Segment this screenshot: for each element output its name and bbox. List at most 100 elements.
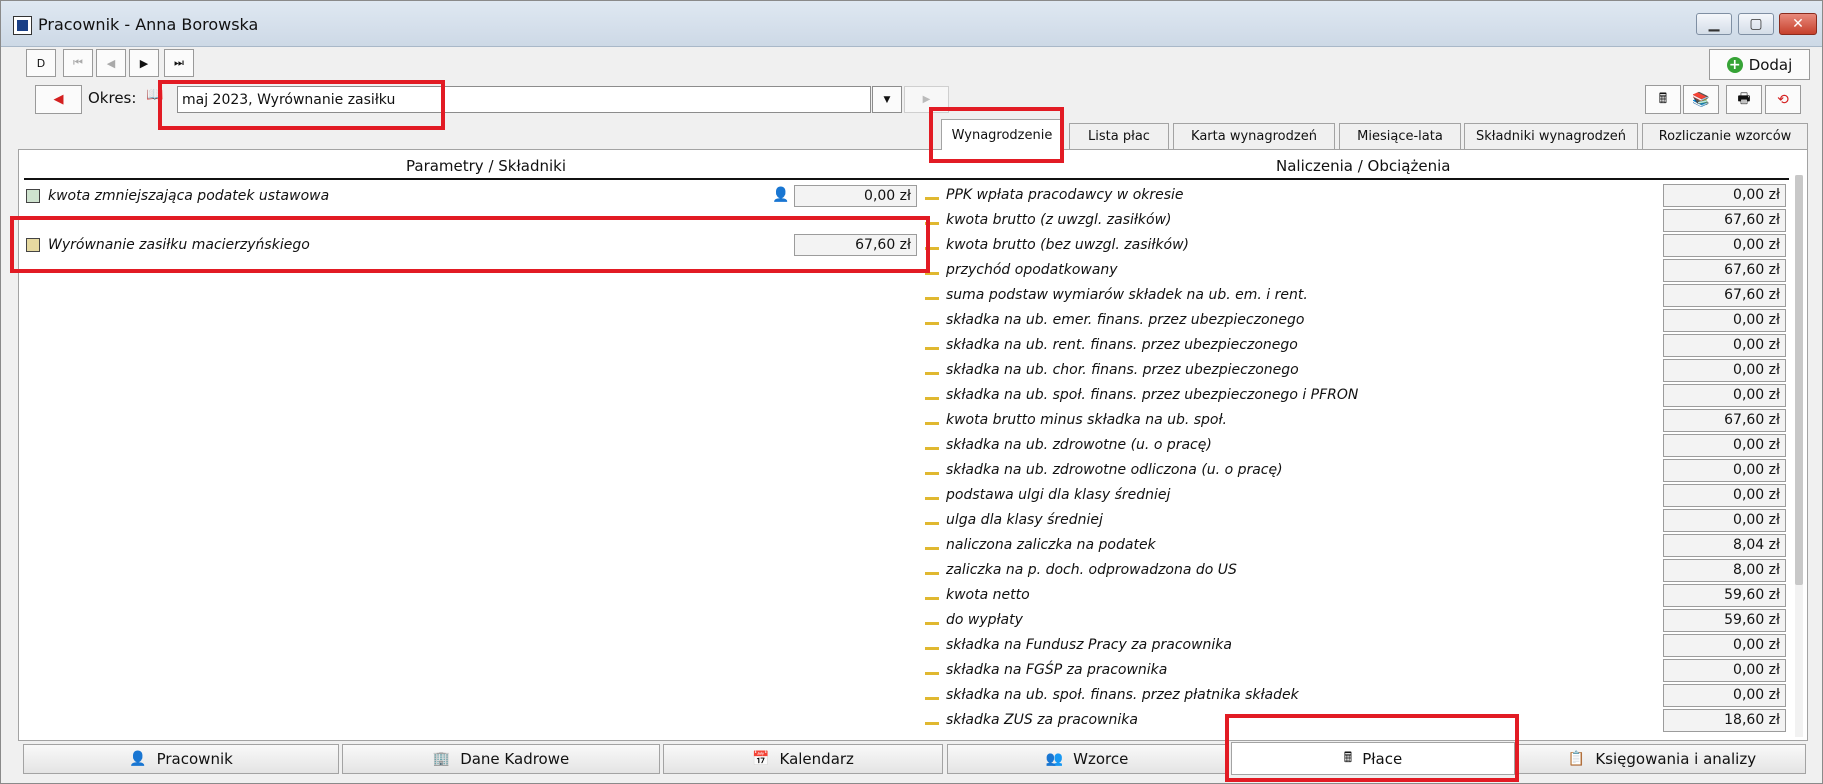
bottom-tab-wzorce[interactable]: 👥 Wzorce: [947, 744, 1227, 774]
close-button[interactable]: ✕: [1779, 13, 1817, 35]
charge-row[interactable]: do wypłaty 59,60 zł: [921, 608, 1791, 633]
add-button[interactable]: + Dodaj: [1709, 49, 1810, 80]
tab-wynagrodzenie[interactable]: Wynagrodzenie: [941, 119, 1063, 150]
charge-row[interactable]: PPK wpłata pracodawcy w okresie 0,00 zł: [921, 183, 1791, 208]
formula-icon: [925, 639, 941, 651]
charge-row-value: 0,00 zł: [1663, 184, 1786, 207]
bottom-tab-label: Płace: [1362, 749, 1403, 768]
charge-row[interactable]: ulga dla klasy średniej 0,00 zł: [921, 508, 1791, 533]
formula-icon: [925, 314, 941, 326]
tab-rozliczanie-wzorcow[interactable]: Rozliczanie wzorców: [1642, 123, 1808, 149]
vertical-scrollbar[interactable]: [1795, 175, 1803, 737]
charge-row-value: 0,00 zł: [1663, 309, 1786, 332]
left-row-kwota-zmniejszajaca[interactable]: kwota zmniejszająca podatek ustawowa: [26, 184, 329, 208]
building-icon: 🏢: [432, 751, 451, 767]
bottom-tab-kalendarz[interactable]: 📅 Kalendarz: [663, 744, 943, 774]
charge-row[interactable]: podstawa ulgi dla klasy średniej 0,00 zł: [921, 483, 1791, 508]
header-divider: [24, 178, 1789, 180]
employee-window: Pracownik - Anna Borowska ▁ ▢ ✕ D ⏮ ◀ ▶ …: [0, 0, 1823, 784]
charges-list: PPK wpłata pracodawcy w okresie 0,00 zł kw…: [921, 183, 1791, 738]
charge-row[interactable]: składka na ub. społ. finans. przez płatn…: [921, 683, 1791, 708]
prev-record-button[interactable]: ◀: [96, 49, 126, 77]
charge-row-value: 0,00 zł: [1663, 659, 1786, 682]
bottom-tab-label: Pracownik: [156, 750, 233, 768]
charge-row-label: składka ZUS za pracownika: [946, 712, 1138, 728]
charge-row[interactable]: składka na ub. emer. finans. przez ubezp…: [921, 308, 1791, 333]
charge-row-value: 0,00 zł: [1663, 684, 1786, 707]
charge-row-value: 59,60 zł: [1663, 584, 1786, 607]
bottom-tab-pracownik[interactable]: 👤 Pracownik: [23, 744, 339, 774]
charge-row-value: 67,60 zł: [1663, 259, 1786, 282]
left-row-value: 67,60 zł: [794, 234, 917, 256]
period-label: Okres:: [88, 89, 137, 107]
bottom-tab-dane-kadrowe[interactable]: 🏢 Dane Kadrowe: [342, 744, 660, 774]
formula-icon: [925, 689, 941, 701]
formula-icon: [925, 714, 941, 726]
charge-row[interactable]: składka na ub. zdrowotne (u. o pracę) 0,0…: [921, 433, 1791, 458]
charge-row[interactable]: zaliczka na p. doch. odprowadzona do US 8…: [921, 558, 1791, 583]
tab-skladniki-wynagrodzen[interactable]: Składniki wynagrodzeń: [1464, 123, 1638, 149]
charge-row[interactable]: kwota brutto minus składka na ub. społ. 6…: [921, 408, 1791, 433]
calculator-icon[interactable]: 🖩: [1645, 85, 1681, 114]
charge-row[interactable]: składka na ub. rent. finans. przez ubezp…: [921, 333, 1791, 358]
first-record-button[interactable]: ⏮: [63, 49, 93, 77]
charge-row-label: zaliczka na p. doch. odprowadzona do US: [946, 562, 1237, 578]
maximize-button[interactable]: ▢: [1738, 13, 1774, 35]
people-icon: 👥: [1045, 751, 1064, 767]
book-icon: 📖: [146, 87, 164, 103]
calculator-icon: 🖩: [1343, 749, 1353, 766]
refresh-icon[interactable]: ⟲: [1765, 85, 1801, 114]
stack-icon[interactable]: 📚: [1683, 85, 1719, 114]
charge-row-label: kwota brutto minus składka na ub. społ.: [946, 412, 1227, 428]
charge-row[interactable]: kwota brutto (z uwzgl. zasiłków) 67,60 zł: [921, 208, 1791, 233]
charge-row[interactable]: kwota brutto (bez uwzgl. zasiłków) 0,00 z…: [921, 233, 1791, 258]
charge-row-label: naliczona zaliczka na podatek: [946, 537, 1156, 553]
formula-icon: [925, 214, 941, 226]
bottom-tab-place[interactable]: 🖩 Płace: [1231, 742, 1515, 775]
add-button-label: Dodaj: [1748, 55, 1793, 74]
charge-row-label: PPK wpłata pracodawcy w okresie: [946, 187, 1184, 203]
scrollbar-thumb[interactable]: [1795, 175, 1803, 585]
charge-row-value: 0,00 zł: [1663, 359, 1786, 382]
period-next-button[interactable]: ▶: [904, 86, 949, 113]
charge-row[interactable]: przychód opodatkowany 67,60 zł: [921, 258, 1791, 283]
charge-row-value: 0,00 zł: [1663, 234, 1786, 257]
charge-row-value: 0,00 zł: [1663, 459, 1786, 482]
charge-row[interactable]: składka ZUS za pracownika 18,60 zł: [921, 708, 1791, 733]
charge-row[interactable]: naliczona zaliczka na podatek 8,04 zł: [921, 533, 1791, 558]
minimize-button[interactable]: ▁: [1696, 13, 1732, 35]
charge-row-value: 0,00 zł: [1663, 434, 1786, 457]
left-row-value: 0,00 zł: [794, 185, 917, 207]
bottom-tab-ksiegowania[interactable]: 📋 Księgowania i analizy: [1518, 744, 1806, 774]
tab-lista-plac[interactable]: Lista płac: [1069, 123, 1169, 149]
period-prev-button[interactable]: ◀: [35, 85, 82, 114]
period-input[interactable]: [177, 86, 871, 113]
charge-row[interactable]: składka na ub. społ. finans. przez ubezp…: [921, 383, 1791, 408]
tab-karta-wynagrodzen[interactable]: Karta wynagrodzeń: [1173, 123, 1335, 149]
last-record-button[interactable]: ⏭: [164, 49, 194, 77]
charge-row[interactable]: kwota netto 59,60 zł: [921, 583, 1791, 608]
new-record-button[interactable]: D: [26, 49, 56, 77]
left-row-wyrownanie-zasilku[interactable]: Wyrównanie zasiłku macierzyńskiego: [26, 233, 310, 257]
next-record-button[interactable]: ▶: [129, 49, 159, 77]
charge-row[interactable]: składka na ub. zdrowotne odliczona (u. o…: [921, 458, 1791, 483]
charge-row-label: składka na FGŚP za pracownika: [946, 662, 1168, 678]
charge-row[interactable]: suma podstaw wymiarów składek na ub. em.…: [921, 283, 1791, 308]
charge-row[interactable]: składka na Fundusz Pracy za pracownika 0,…: [921, 633, 1791, 658]
bottom-tab-label: Kalendarz: [779, 750, 854, 768]
charge-row-value: 18,60 zł: [1663, 709, 1786, 732]
charge-row-value: 0,00 zł: [1663, 384, 1786, 407]
formula-icon: [925, 464, 941, 476]
period-dropdown-button[interactable]: ▼: [872, 86, 902, 113]
charge-row-label: składka na ub. społ. finans. przez ubezp…: [946, 387, 1359, 403]
formula-icon: [925, 614, 941, 626]
charge-row[interactable]: składka na FGŚP za pracownika 0,00 zł: [921, 658, 1791, 683]
parameter-icon: [26, 189, 40, 203]
charge-row[interactable]: składka na ub. chor. finans. przez ubezp…: [921, 358, 1791, 383]
tab-miesiace-lata[interactable]: Miesiące-lata: [1339, 123, 1461, 149]
formula-icon: [925, 514, 941, 526]
charge-row-value: 0,00 zł: [1663, 484, 1786, 507]
print-icon[interactable]: 🖶: [1726, 85, 1762, 114]
charge-row-value: 67,60 zł: [1663, 409, 1786, 432]
formula-icon: [925, 564, 941, 576]
